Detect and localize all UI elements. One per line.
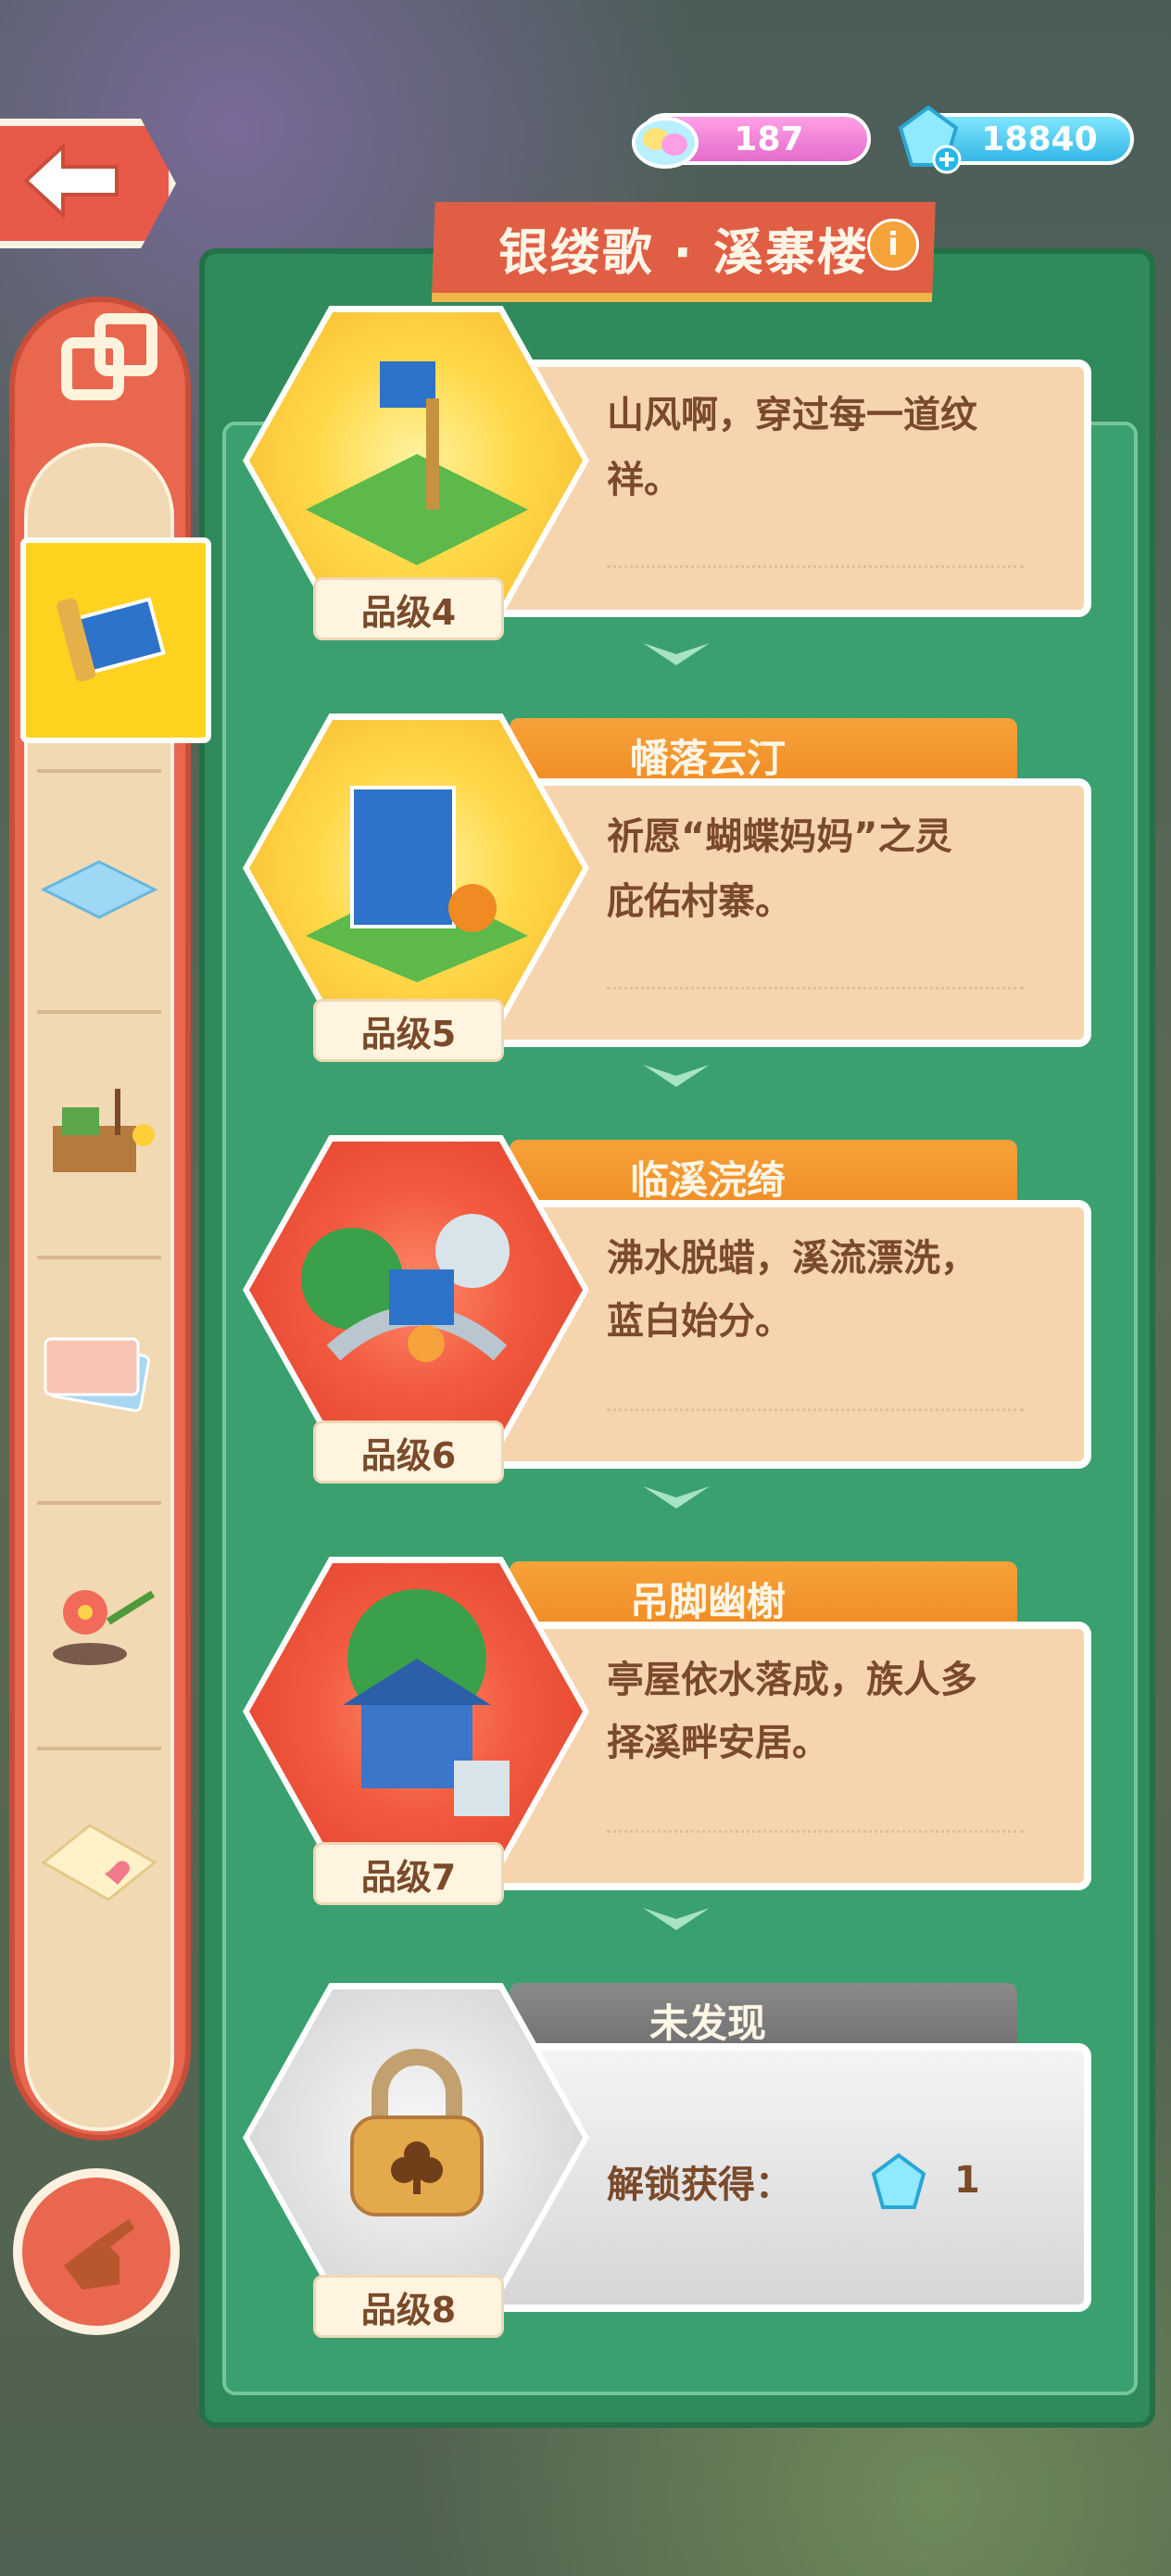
tier-6-desc-1: 沸水脱蜡，溪流漂洗，	[607, 1237, 977, 1280]
water-tile-icon	[40, 860, 158, 919]
flower-icon	[53, 1590, 156, 1665]
sidebar-item-workshop[interactable]	[26, 1075, 172, 1186]
tier-7-label: 品级7	[313, 1842, 504, 1905]
tier-5-label: 品级5	[313, 999, 504, 1062]
chevron-down-icon	[643, 643, 710, 665]
chevron-down-icon	[643, 1908, 710, 1930]
back-arrow-icon	[23, 142, 119, 220]
tier-7-desc-1: 亭屋依水落成，族人多	[607, 1659, 977, 1701]
sidebar-item-water-tile[interactable]	[26, 834, 172, 945]
padlock-icon	[350, 2049, 484, 2216]
blue-banner-icon	[57, 597, 166, 682]
tier-5-desc-1: 祈愿“蝴蝶妈妈”之灵	[607, 815, 952, 858]
tier-4-desc-1: 山风啊，穿过每一道纹	[607, 394, 977, 436]
tier-8-unlock-label: 解锁获得：	[607, 2164, 792, 2206]
banner-lvl5-icon	[306, 786, 528, 982]
sidebar-divider	[37, 1501, 161, 1505]
sidebar-item-flower[interactable]	[26, 1566, 172, 1677]
sidebar-divider	[37, 769, 161, 773]
chevron-down-icon	[643, 1065, 710, 1087]
rainbow-cloud-icon	[632, 117, 699, 169]
page-title: 银缕歌 · 溪寨楼	[432, 202, 936, 293]
pointer-hand-button[interactable]	[13, 2168, 180, 2335]
tier-4-desc-2: 祥。	[607, 459, 681, 501]
info-icon[interactable]: i	[867, 219, 919, 271]
sidebar-item-letter[interactable]	[26, 1807, 172, 1918]
tier-6-desc-2: 蓝白始分。	[607, 1300, 792, 1343]
sidebar-divider	[37, 1747, 161, 1750]
tier-7-desc-2: 择溪畔安居。	[607, 1722, 829, 1764]
tier-8-label: 品级8	[313, 2275, 504, 2338]
sidebar-divider	[37, 1010, 161, 1014]
tower-lvl4-icon	[306, 361, 528, 565]
pavilion-lvl7-icon	[343, 1589, 510, 1816]
gem-reward-icon	[871, 2153, 926, 2209]
desc-divider	[607, 1408, 1024, 1413]
tier-4-label: 品级4	[313, 577, 504, 640]
sidebar-divider	[37, 1256, 161, 1259]
tier-8-unlock-count: 1	[954, 2159, 980, 2202]
letter-icon	[41, 1824, 157, 1901]
chevron-down-icon	[643, 1486, 710, 1509]
desc-divider	[607, 987, 1024, 991]
tier-5-desc-2: 庇佑村寨。	[607, 880, 792, 923]
desc-divider	[607, 1830, 1024, 1835]
workshop-icon	[53, 1089, 155, 1172]
sidebar-item-banner[interactable]	[20, 537, 211, 743]
rainbow-count: 187	[734, 120, 804, 158]
desc-divider	[607, 565, 1024, 570]
collapse-icon[interactable]	[54, 306, 165, 417]
bridge-lvl6-icon	[301, 1214, 510, 1362]
hand-icon	[64, 2219, 134, 2290]
sidebar-item-tickets[interactable]	[26, 1316, 172, 1427]
gem-plus-icon[interactable]	[891, 100, 965, 174]
tickets-icon	[44, 1337, 150, 1412]
tier-6-label: 品级6	[313, 1421, 504, 1484]
gem-count: 18840	[981, 120, 1098, 158]
